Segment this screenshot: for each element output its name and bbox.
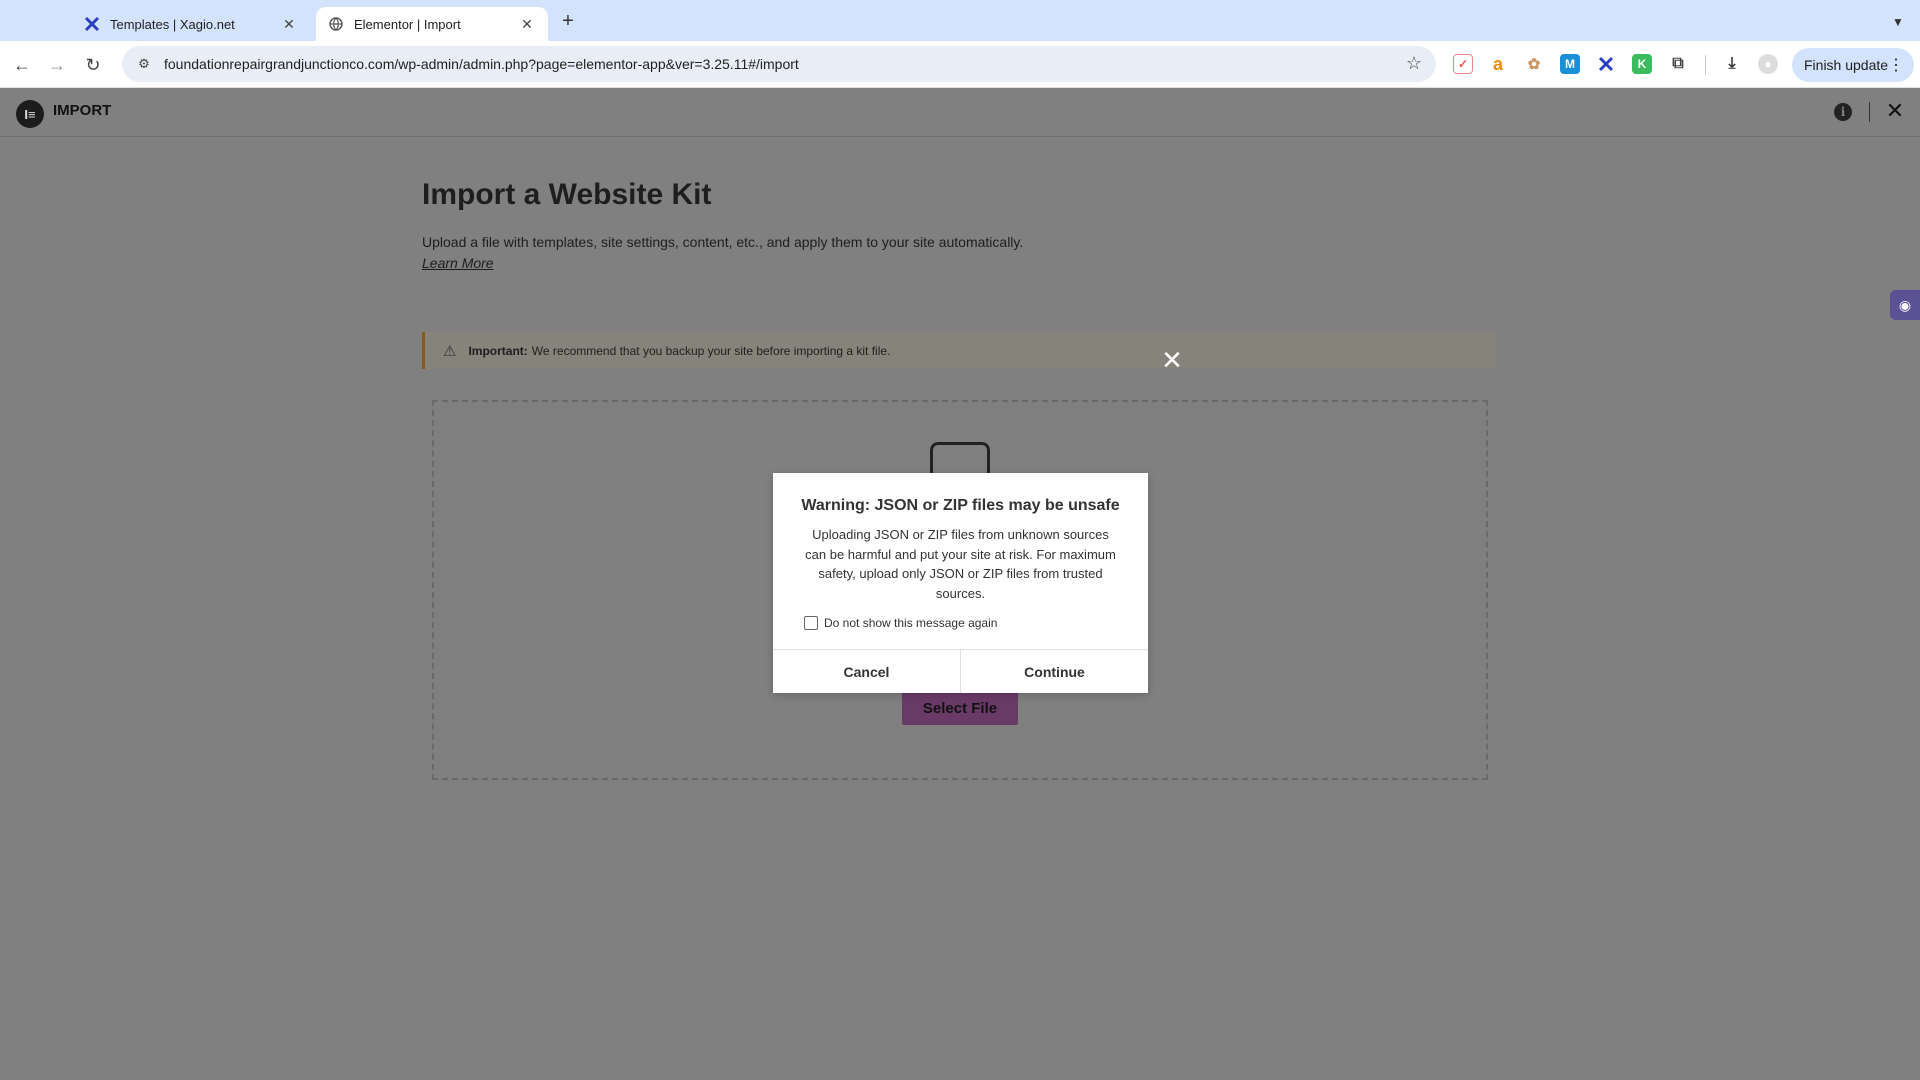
download-icon[interactable]: ⤓ [1722, 54, 1742, 74]
back-arrow-icon[interactable]: ← [8, 51, 36, 79]
backup-notice: ⚠ Important: We recommend that you backu… [422, 332, 1496, 369]
globe-icon [328, 16, 344, 32]
gear-extension-icon[interactable]: ✿ [1524, 54, 1544, 74]
app-header: I≡ IMPORT i ✕ [0, 88, 1920, 137]
extensions-puzzle-icon[interactable]: ⧉ [1668, 54, 1688, 74]
toolbar-divider [1705, 55, 1706, 75]
kebab-menu-icon[interactable]: ⋮ [1888, 55, 1904, 75]
unsafe-file-warning-dialog: Warning: JSON or ZIP files may be unsafe… [773, 473, 1148, 693]
extension-icon[interactable]: ✓ [1453, 54, 1473, 74]
tab-title: Templates | Xagio.net [110, 16, 235, 32]
finish-update-button[interactable]: Finish update ⋮ [1792, 48, 1914, 82]
checkbox-label[interactable]: Do not show this message again [824, 616, 997, 630]
accessibility-widget-icon[interactable]: ◉ [1890, 290, 1920, 320]
notice-label: Important: [468, 343, 528, 358]
close-tab-icon[interactable]: ✕ [518, 15, 536, 33]
select-file-button[interactable]: Select File [902, 691, 1018, 725]
dialog-title: Warning: JSON or ZIP files may be unsafe [801, 497, 1120, 514]
tab-elementor-import[interactable]: Elementor | Import ✕ [316, 7, 548, 41]
page-description: Upload a file with templates, site setti… [422, 234, 1024, 250]
forward-arrow-icon[interactable]: → [43, 51, 71, 79]
header-divider [1869, 102, 1870, 122]
dialog-message: Uploading JSON or ZIP files from unknown… [805, 527, 1116, 601]
warning-triangle-icon: ⚠ [443, 342, 457, 360]
tab-search-chevron-icon[interactable]: ▼ [1886, 10, 1910, 34]
notice-text: We recommend that you backup your site b… [531, 343, 891, 358]
close-app-icon[interactable]: ✕ [1884, 98, 1906, 124]
site-info-icon[interactable]: ⚙ [130, 56, 158, 72]
close-tab-icon[interactable]: ✕ [280, 15, 298, 33]
page-title: Import a Website Kit [422, 178, 712, 211]
reload-icon[interactable]: ↻ [79, 51, 107, 79]
url-text[interactable]: foundationrepairgrandjunctionco.com/wp-a… [164, 56, 799, 72]
tab-templates-xagio[interactable]: Templates | Xagio.net ✕ [72, 7, 310, 41]
continue-button[interactable]: Continue [961, 650, 1148, 693]
learn-more-link[interactable]: Learn More [422, 255, 494, 271]
xagio-icon [84, 16, 100, 32]
modal-close-icon[interactable]: ✕ [1160, 347, 1184, 373]
xagio-extension-icon[interactable] [1596, 54, 1616, 74]
k-extension-icon[interactable]: K [1632, 54, 1652, 74]
dont-show-again-checkbox[interactable]: Do not show this message again [804, 616, 997, 630]
m-extension-icon[interactable]: M [1560, 54, 1580, 74]
address-bar[interactable]: ⚙ foundationrepairgrandjunctionco.com/wp… [122, 46, 1436, 82]
browser-tab-bar: Templates | Xagio.net ✕ Elementor | Impo… [0, 0, 1920, 41]
amazon-extension-icon[interactable]: a [1488, 54, 1508, 74]
dialog-footer: Cancel Continue [773, 649, 1148, 693]
checkbox-box[interactable] [804, 616, 818, 630]
tab-title: Elementor | Import [354, 16, 461, 32]
new-tab-button[interactable]: + [556, 10, 580, 34]
cancel-button[interactable]: Cancel [773, 650, 961, 693]
profile-avatar-icon[interactable]: ● [1758, 54, 1778, 74]
bookmark-star-icon[interactable]: ☆ [1406, 53, 1422, 74]
info-icon[interactable]: i [1834, 103, 1852, 121]
elementor-logo-icon: I≡ [16, 100, 44, 128]
finish-update-label: Finish update [1804, 57, 1889, 73]
app-header-title: IMPORT [53, 102, 112, 119]
browser-toolbar: ← → ↻ ⚙ foundationrepairgrandjunctionco.… [0, 41, 1920, 88]
